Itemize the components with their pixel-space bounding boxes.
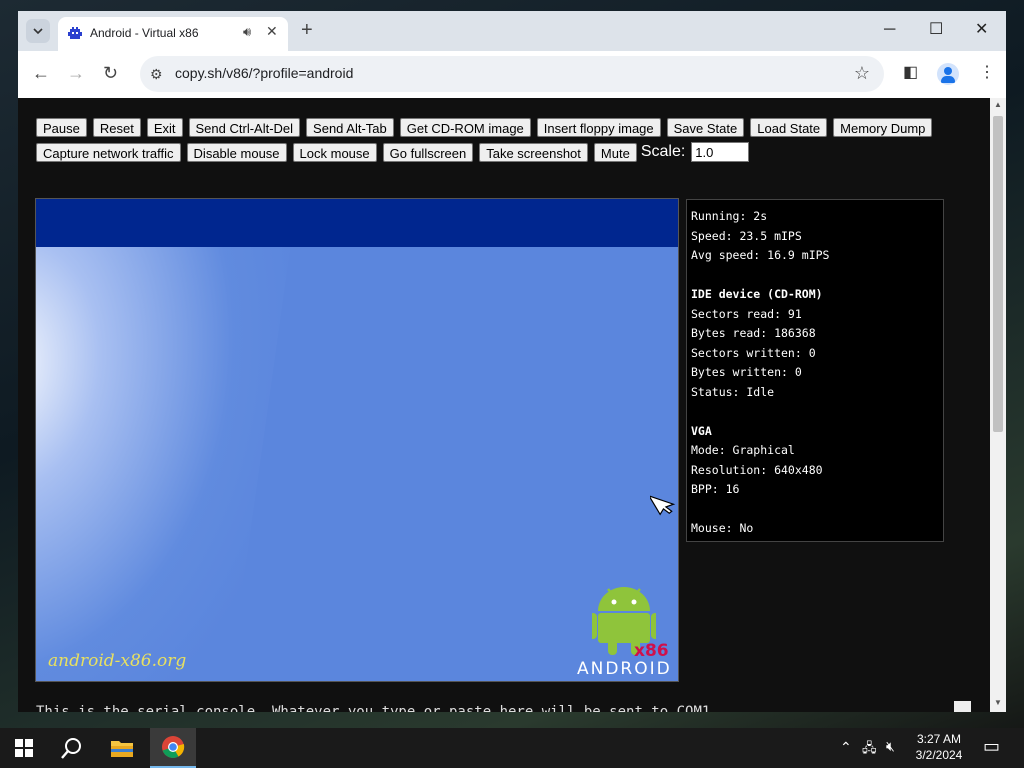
clock-time: 3:27 AM xyxy=(916,732,962,746)
stat-sectors-written: Sectors written: 0 xyxy=(691,345,816,360)
stat-bytes-written: Bytes written: 0 xyxy=(691,365,802,379)
tray-chevron-up-icon[interactable]: ⌃ xyxy=(840,739,852,756)
scale-input[interactable] xyxy=(691,142,750,162)
control-button-send-alt-tab[interactable]: Send Alt-Tab xyxy=(306,118,394,137)
start-button[interactable] xyxy=(4,728,44,768)
control-button-get-cd-rom-image[interactable]: Get CD-ROM image xyxy=(399,118,531,137)
windows-taskbar: ⌃ 🖧︎ 🔇︎ 3:27 AM 3/2/2024 ▭ xyxy=(0,728,1024,768)
stat-running: Running: 2s xyxy=(691,209,768,223)
mouse-cursor-icon xyxy=(650,494,676,516)
controls-row-1: Pause Reset Exit Send Ctrl-Alt-Del Send Alt-… xyxy=(36,118,933,137)
control-button-exit[interactable]: Exit xyxy=(146,118,183,137)
x86-logo-text: x86 xyxy=(634,641,669,661)
scrollbar-thumb[interactable] xyxy=(993,116,1003,432)
emulator-screen[interactable]: x86 ANDROID android-x86.org xyxy=(35,198,679,682)
taskbar-clock[interactable]: 3:27 AM 3/2/2024 xyxy=(906,731,972,763)
clock-date: 3/2/2024 xyxy=(915,748,963,762)
stat-avg-speed: Avg speed: 16.9 mIPS xyxy=(691,248,830,262)
network-icon[interactable]: 🖧︎ xyxy=(862,739,877,761)
stat-speed: Speed: 23.5 mIPS xyxy=(691,228,802,243)
stat-resolution: Resolution: 640x480 xyxy=(691,462,823,477)
controls-row-2: Capture network traffic Disable mouse Lock… xyxy=(36,142,750,162)
stat-mouse: Mouse: No xyxy=(691,521,754,535)
scroll-up-icon[interactable]: ▲ xyxy=(994,100,1002,109)
chrome-taskbar-button[interactable] xyxy=(150,728,196,768)
stat-bpp: BPP: 16 xyxy=(691,482,740,496)
stat-sectors-read: Sectors read: 91 xyxy=(691,306,802,321)
file-explorer-button[interactable] xyxy=(102,728,142,768)
windows-logo-icon xyxy=(15,739,33,757)
control-button-load-state[interactable]: Load State xyxy=(750,118,828,137)
control-button-pause[interactable]: Pause xyxy=(36,118,87,137)
vga-header: VGA xyxy=(691,423,712,438)
control-button-mute[interactable]: Mute xyxy=(593,142,637,162)
serial-console[interactable]: This is the serial console. Whatever you… xyxy=(36,704,710,712)
screen-glow xyxy=(36,199,291,681)
stat-status: Status: Idle xyxy=(691,384,775,399)
control-button-save-state[interactable]: Save State xyxy=(666,118,745,137)
control-button-send-ctrl-alt-del[interactable]: Send Ctrl-Alt-Del xyxy=(188,118,301,137)
page-viewport: Pause Reset Exit Send Ctrl-Alt-Del Send Alt-… xyxy=(18,11,1006,712)
search-icon xyxy=(61,738,81,759)
brand-url-text: android-x86.org xyxy=(48,651,187,671)
control-button-reset[interactable]: Reset xyxy=(92,118,141,137)
scroll-down-icon[interactable]: ▼ xyxy=(994,698,1002,707)
stats-panel: Running: 2s Speed: 23.5 mIPS Avg speed: … xyxy=(686,199,944,542)
control-button-capture-network-traffic[interactable]: Capture network traffic xyxy=(36,142,181,162)
chrome-icon xyxy=(162,736,185,758)
stat-bytes-read: Bytes read: 186368 xyxy=(691,326,816,340)
v86-page: Pause Reset Exit Send Ctrl-Alt-Del Send Alt-… xyxy=(18,98,990,712)
control-button-insert-floppy-image[interactable]: Insert floppy image xyxy=(536,118,661,137)
folder-icon xyxy=(111,741,133,757)
taskbar-search-button[interactable] xyxy=(52,728,92,768)
control-button-memory-dump[interactable]: Memory Dump xyxy=(833,118,933,137)
notification-icon[interactable]: ▭ xyxy=(983,736,1000,757)
stat-mode: Mode: Graphical xyxy=(691,443,795,457)
volume-muted-icon[interactable]: 🔇︎ xyxy=(886,738,895,755)
android-wordmark: ANDROID xyxy=(577,659,672,679)
control-button-take-screenshot[interactable]: Take screenshot xyxy=(479,142,588,162)
scale-label: Scale: xyxy=(640,143,686,160)
serial-console-caret xyxy=(954,701,971,712)
screen-top-bar xyxy=(36,199,678,247)
page-scrollbar[interactable]: ▲ ▼ xyxy=(990,98,1006,712)
control-button-go-fullscreen[interactable]: Go fullscreen xyxy=(382,142,474,162)
ide-header: IDE device (CD-ROM) xyxy=(691,287,823,301)
control-button-lock-mouse[interactable]: Lock mouse xyxy=(292,142,377,162)
control-button-disable-mouse[interactable]: Disable mouse xyxy=(186,142,287,162)
